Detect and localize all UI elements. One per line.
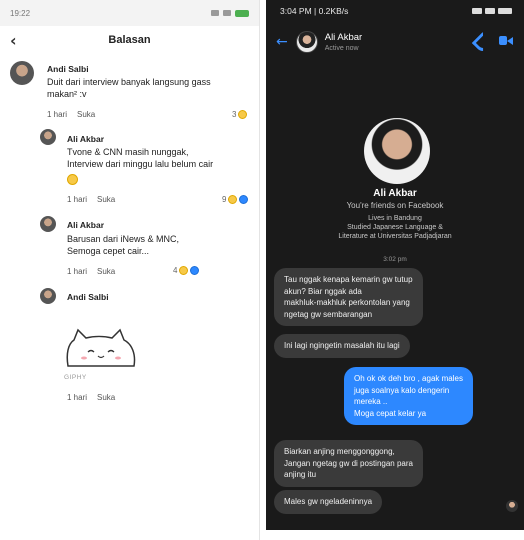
chat-contact[interactable]: Ali Akbar Active now [325, 32, 363, 52]
profile-picture[interactable] [364, 118, 430, 184]
facebook-replies-panel: 19:22 ‹ Balasan Andi Salbi Duit dari int… [0, 0, 260, 540]
battery-icon [498, 8, 512, 14]
incoming-message[interactable]: Ini lagi ngingetin masalah itu lagi [274, 334, 410, 358]
message-line: akun? Biar nggak ada [284, 286, 362, 296]
message-line: Tau nggak kenapa kemarin gw tutup [284, 275, 413, 284]
signal-icon [472, 8, 482, 14]
status-time-speed: 3:04 PM | 0.2KB/s [280, 6, 349, 16]
message-line: makhluk-makhluk perkontolan yang [284, 298, 410, 307]
comment-time: 1 hari [67, 195, 88, 204]
comment-text-line: Tvone & CNN masih nunggak, [67, 147, 189, 157]
messenger-chat-panel: 3:04 PM | 0.2KB/s ← Ali Akbar Active now… [266, 0, 524, 530]
comment-text-line: Duit dari interview banyak langsung gass [47, 77, 211, 87]
avatar[interactable] [40, 216, 56, 232]
avatar[interactable] [40, 288, 56, 304]
profile-info: Lives in Bandung Studied Japanese Langua… [266, 214, 524, 241]
message-line: anjing itu [284, 470, 317, 479]
like-link[interactable]: Suka [77, 110, 95, 119]
chat-header: ← Ali Akbar Active now [266, 22, 524, 62]
seen-indicator-avatar [506, 500, 518, 512]
wifi-icon [223, 10, 231, 16]
laugh-emoji-icon [179, 266, 189, 275]
message-line: Oh ok ok deh bro , agak males [354, 374, 463, 383]
like-link[interactable]: Suka [97, 393, 115, 402]
comment-author[interactable]: Andi Salbi [67, 292, 109, 302]
wifi-icon [485, 8, 495, 14]
like-emoji-icon [239, 195, 249, 204]
laugh-emoji-icon [228, 195, 238, 204]
like-emoji-icon [190, 266, 200, 275]
comment-text-line: Interview dari minggu lalu belum cair [67, 159, 214, 169]
message-line: juga soalnya kalo dengerin [354, 385, 450, 395]
comment-meta: 1 hari Suka [47, 110, 95, 119]
profile-info-line: Literature at Universitas Padjadjaran [338, 233, 452, 240]
comment-time: 1 hari [47, 110, 68, 119]
giphy-label: GIPHY [64, 374, 87, 381]
incoming-message[interactable]: Males gw ngeladeninnya [274, 490, 383, 514]
laugh-emoji-icon [238, 110, 248, 119]
avatar[interactable] [40, 129, 56, 145]
status-bar: 19:22 [0, 0, 259, 26]
message-line: Jangan ngetag gw di postingan para [284, 458, 413, 468]
message-line: mereka .. [354, 397, 388, 406]
comment-author[interactable]: Ali Akbar [67, 134, 104, 144]
network-speed: 0.2KB/s [318, 6, 349, 16]
comment-text-line: Barusan dari iNews & MNC, [67, 234, 180, 244]
avatar[interactable] [295, 31, 318, 53]
reaction-number: 9 [222, 195, 227, 204]
video-call-icon[interactable] [499, 34, 513, 47]
comment-author[interactable]: Andi Salbi [47, 64, 89, 74]
status-bar: 3:04 PM | 0.2KB/s [266, 0, 524, 22]
friends-status: You're friends on Facebook [346, 201, 444, 210]
contact-name: Ali Akbar [324, 32, 363, 43]
message-line: Males gw ngeladeninnya [284, 497, 373, 506]
avatar[interactable] [10, 61, 34, 85]
reaction-count[interactable]: 9 [222, 195, 249, 204]
status-icons [211, 9, 249, 17]
reaction-number: 3 [232, 110, 237, 119]
reaction-count[interactable]: 3 [232, 110, 248, 119]
time-separator: 3:02 pm [383, 256, 407, 263]
message-line: ngetag gw sembarangan [284, 309, 373, 319]
profile-info-line: Studied Japanese Language & [347, 224, 443, 231]
battery-icon [235, 9, 249, 17]
like-link[interactable]: Suka [97, 267, 115, 276]
comment-text-line: makan² :v [47, 89, 87, 99]
comment-author[interactable]: Ali Akbar [67, 220, 104, 230]
message-line: Biarkan anjing menggonggong, [284, 447, 395, 456]
laugh-emoji-icon [67, 172, 78, 190]
message-line: Moga cepat kelar ya [354, 408, 427, 418]
back-arrow-icon[interactable]: ← [276, 34, 288, 50]
reaction-number: 4 [173, 266, 178, 275]
page-title: Balasan [108, 34, 151, 46]
status-time: 3:04 PM [280, 6, 312, 16]
chat-actions [474, 34, 513, 47]
cat-sticker-image[interactable] [64, 326, 138, 370]
incoming-message[interactable]: Tau nggak kenapa kemarin gw tutup akun? … [274, 268, 423, 326]
replies-header: ‹ Balasan [0, 26, 259, 54]
profile-name: Ali Akbar [373, 188, 417, 199]
status-time: 19:22 [10, 8, 31, 18]
outgoing-message[interactable]: Oh ok ok deh bro , agak males juga soaln… [344, 367, 473, 425]
comment-meta: 1 hari Suka [67, 267, 115, 276]
status-icons [472, 8, 512, 14]
contact-status: Active now [324, 45, 359, 52]
phone-call-icon[interactable] [474, 34, 487, 47]
comment-time: 1 hari [67, 393, 88, 402]
comment-meta: 1 hari Suka [67, 393, 115, 402]
signal-icon [211, 10, 219, 16]
message-line: Ini lagi ngingetin masalah itu lagi [284, 341, 400, 350]
comment-text-line: Semoga cepet cair... [67, 246, 150, 256]
like-link[interactable]: Suka [97, 195, 115, 204]
back-arrow-icon[interactable]: ‹ [10, 31, 17, 50]
reaction-count[interactable]: 4 [173, 266, 200, 275]
incoming-message[interactable]: Biarkan anjing menggonggong, Jangan nget… [274, 440, 423, 487]
comment-meta: 1 hari Suka [67, 195, 115, 204]
comment-time: 1 hari [67, 267, 88, 276]
profile-info-line: Lives in Bandung [368, 215, 422, 222]
